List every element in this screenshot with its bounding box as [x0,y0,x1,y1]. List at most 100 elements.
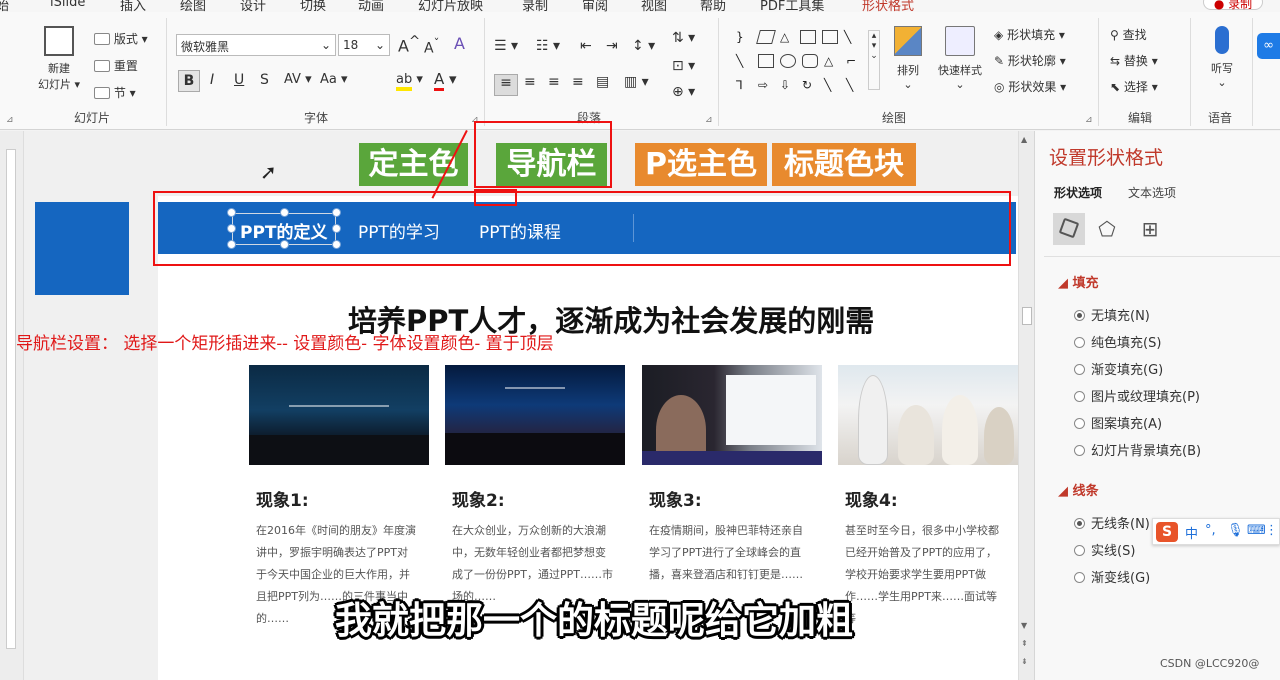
line-shape-icon[interactable]: ╲ [846,78,862,92]
numbering-icon[interactable]: ☷ ▾ [536,38,560,54]
slide-vertical-scrollbar[interactable]: ▲ ▼ ⇞ ⇟ [1018,131,1034,680]
font-color-button[interactable]: A ▾ [434,70,457,91]
launcher-icon[interactable]: ⊿ [6,115,14,125]
bracket-shape-icon[interactable]: } [736,30,752,44]
phenomenon-text-4[interactable]: 甚至时至今日，很多中小学校都已经开始普及了PPT的应用了，学校开始要求学生要用P… [845,520,1007,630]
fill-line-icon[interactable] [1053,213,1085,245]
font-name-combo[interactable]: 微软雅黑 ⌄ [176,34,336,56]
scroll-up-icon[interactable]: ▲ [1021,135,1027,144]
blue-shape-thumbnail[interactable] [35,202,129,295]
curve-shape-icon[interactable]: ↻ [802,78,818,92]
phenomenon-text-3[interactable]: 在疫情期间，股神巴菲特还亲自学习了PPT进行了全球峰会的直播，喜来登酒店和钉钉更… [649,520,811,586]
underline-button[interactable]: U [234,72,244,88]
line-spacing-icon[interactable]: ↕ ▾ [632,38,655,54]
change-case-button[interactable]: Aa ▾ [320,72,348,87]
new-slide-button[interactable]: 新建 幻灯片 ▾ [32,26,86,92]
text-direction-icon[interactable]: ⇅ ▾ [672,30,695,46]
fill-option-solid[interactable]: 纯色填充(S) [1074,332,1161,351]
tag-title-block[interactable]: 标题色块 [772,143,916,186]
highlight-button[interactable]: ab ▾ [396,72,423,91]
phenomenon-title-3[interactable]: 现象3: [649,486,702,511]
decrease-indent-icon[interactable]: ⇤ [580,38,592,54]
char-spacing-button[interactable]: AV ▾ [284,72,312,87]
shape-outline-button[interactable]: ✎ 形状轮廓 ▾ [994,52,1066,69]
scroll-down-icon[interactable]: ▼ [1021,621,1027,630]
line-shape-icon[interactable]: ╲ [844,30,860,44]
photo-conference-2[interactable] [445,365,625,465]
tab-text-options[interactable]: 文本选项 [1128,184,1176,201]
arrange-button[interactable]: 排列 ⌄ [888,26,928,91]
reset-button[interactable]: 重置 [94,57,138,74]
fill-option-slide-bg[interactable]: 幻灯片背景填充(B) [1074,440,1201,459]
fill-section-header[interactable]: ◢ 填充 [1058,272,1099,291]
quick-styles-button[interactable]: 快速样式 ⌄ [932,26,988,91]
dictate-button[interactable]: 听写 ⌄ [1200,26,1244,89]
phenomenon-title-4[interactable]: 现象4: [845,486,898,511]
arrow-shape-icon[interactable]: ⇨ [758,78,774,92]
justify-icon[interactable]: ≡ [572,74,584,90]
connector-shape-icon[interactable]: ⌐ [846,54,862,68]
tag-p-theme-color[interactable]: P选主色 [635,143,767,186]
next-slide-icon[interactable]: ⇟ [1021,657,1028,666]
vertical-textbox-shape-icon[interactable] [822,30,838,44]
tab-shape-options[interactable]: 形状选项 [1054,184,1102,201]
section-button[interactable]: 节 ▾ [94,84,136,101]
photo-buffett[interactable] [642,365,822,465]
bold-button[interactable]: B [178,70,200,92]
smartart-icon[interactable]: ⊕ ▾ [672,84,695,100]
phenomenon-title-2[interactable]: 现象2: [452,486,505,511]
line-option-solid[interactable]: 实线(S) [1074,540,1135,559]
increase-indent-icon[interactable]: ⇥ [606,38,618,54]
oval-shape-icon[interactable] [780,54,796,68]
line-section-header[interactable]: ◢ 线条 [1058,480,1099,499]
shrink-font-button[interactable]: Aˇ [424,36,439,57]
size-properties-icon[interactable]: ⊞ [1134,213,1166,245]
select-button[interactable]: ⬉ 选择 ▾ [1110,78,1158,95]
grid-icon[interactable]: ⋮ [1265,523,1278,538]
line-shape-icon[interactable]: ╲ [736,54,752,68]
fill-option-picture[interactable]: 图片或纹理填充(P) [1074,386,1200,405]
align-center-icon[interactable]: ≡ [524,74,536,90]
line-shape-icon[interactable]: ╲ [824,78,840,92]
phenomenon-title-1[interactable]: 现象1: [256,486,309,511]
triangle-shape-icon[interactable]: △ [824,54,840,68]
find-button[interactable]: ⚲ 查找 [1110,26,1147,43]
shape-gallery[interactable]: } △ ╲ ╲ △ ⌐ ⅂ ⇨ ⇩ ↻ ╲ ╲ [728,26,876,106]
launcher-icon[interactable]: ⊿ [1085,115,1093,125]
photo-students[interactable] [838,365,1018,465]
bullets-icon[interactable]: ☰ ▾ [494,38,518,54]
grow-font-button[interactable]: A^ [398,34,420,55]
shape-fill-button[interactable]: ◈ 形状填充 ▾ [994,26,1065,43]
ime-toolbar[interactable]: S 中 °, 🎙 ⌨ ⋮ [1152,518,1280,545]
italic-button[interactable]: I [210,72,214,88]
fill-option-pattern[interactable]: 图案填充(A) [1074,413,1162,432]
ime-punct[interactable]: °, [1205,523,1216,538]
photo-conference-1[interactable] [249,365,429,465]
line-option-gradient[interactable]: 渐变线(G) [1074,567,1150,586]
columns-icon[interactable]: ▥ ▾ [624,74,649,90]
textbox-shape-icon[interactable] [800,30,816,44]
effects-pentagon-icon[interactable]: ⬠ [1091,213,1123,245]
replace-button[interactable]: ⇆ 替换 ▾ [1110,52,1158,69]
cloud-plugin-icon[interactable]: ∞ [1257,33,1280,59]
microphone-icon[interactable]: 🎙 [1227,523,1244,538]
line-option-none[interactable]: 无线条(N) [1074,513,1150,532]
align-text-icon[interactable]: ⊡ ▾ [672,58,695,74]
keyboard-icon[interactable]: ⌨ [1247,523,1266,538]
font-size-combo[interactable]: 18 ⌄ [338,34,390,56]
align-left-icon[interactable]: ≡ [494,74,518,96]
arrow-shape-icon[interactable]: ⇩ [780,78,796,92]
gallery-scroll[interactable]: ▴ ▾ ⌄ [868,30,880,90]
distribute-icon[interactable]: ▤ [596,74,609,90]
strikethrough-button[interactable]: S [260,72,269,88]
parallelogram-shape-icon[interactable] [756,30,776,44]
prev-slide-icon[interactable]: ⇞ [1021,639,1028,648]
fill-option-gradient[interactable]: 渐变填充(G) [1074,359,1163,378]
launcher-icon[interactable]: ⊿ [705,115,713,125]
rounded-rect-shape-icon[interactable] [802,54,818,68]
tag-theme-color[interactable]: 定主色 [359,143,468,186]
rectangle-shape-icon[interactable] [758,54,774,68]
align-right-icon[interactable]: ≡ [548,74,560,90]
elbow-connector-icon[interactable]: ⅂ [736,78,752,92]
ime-language[interactable]: 中 [1185,523,1198,542]
